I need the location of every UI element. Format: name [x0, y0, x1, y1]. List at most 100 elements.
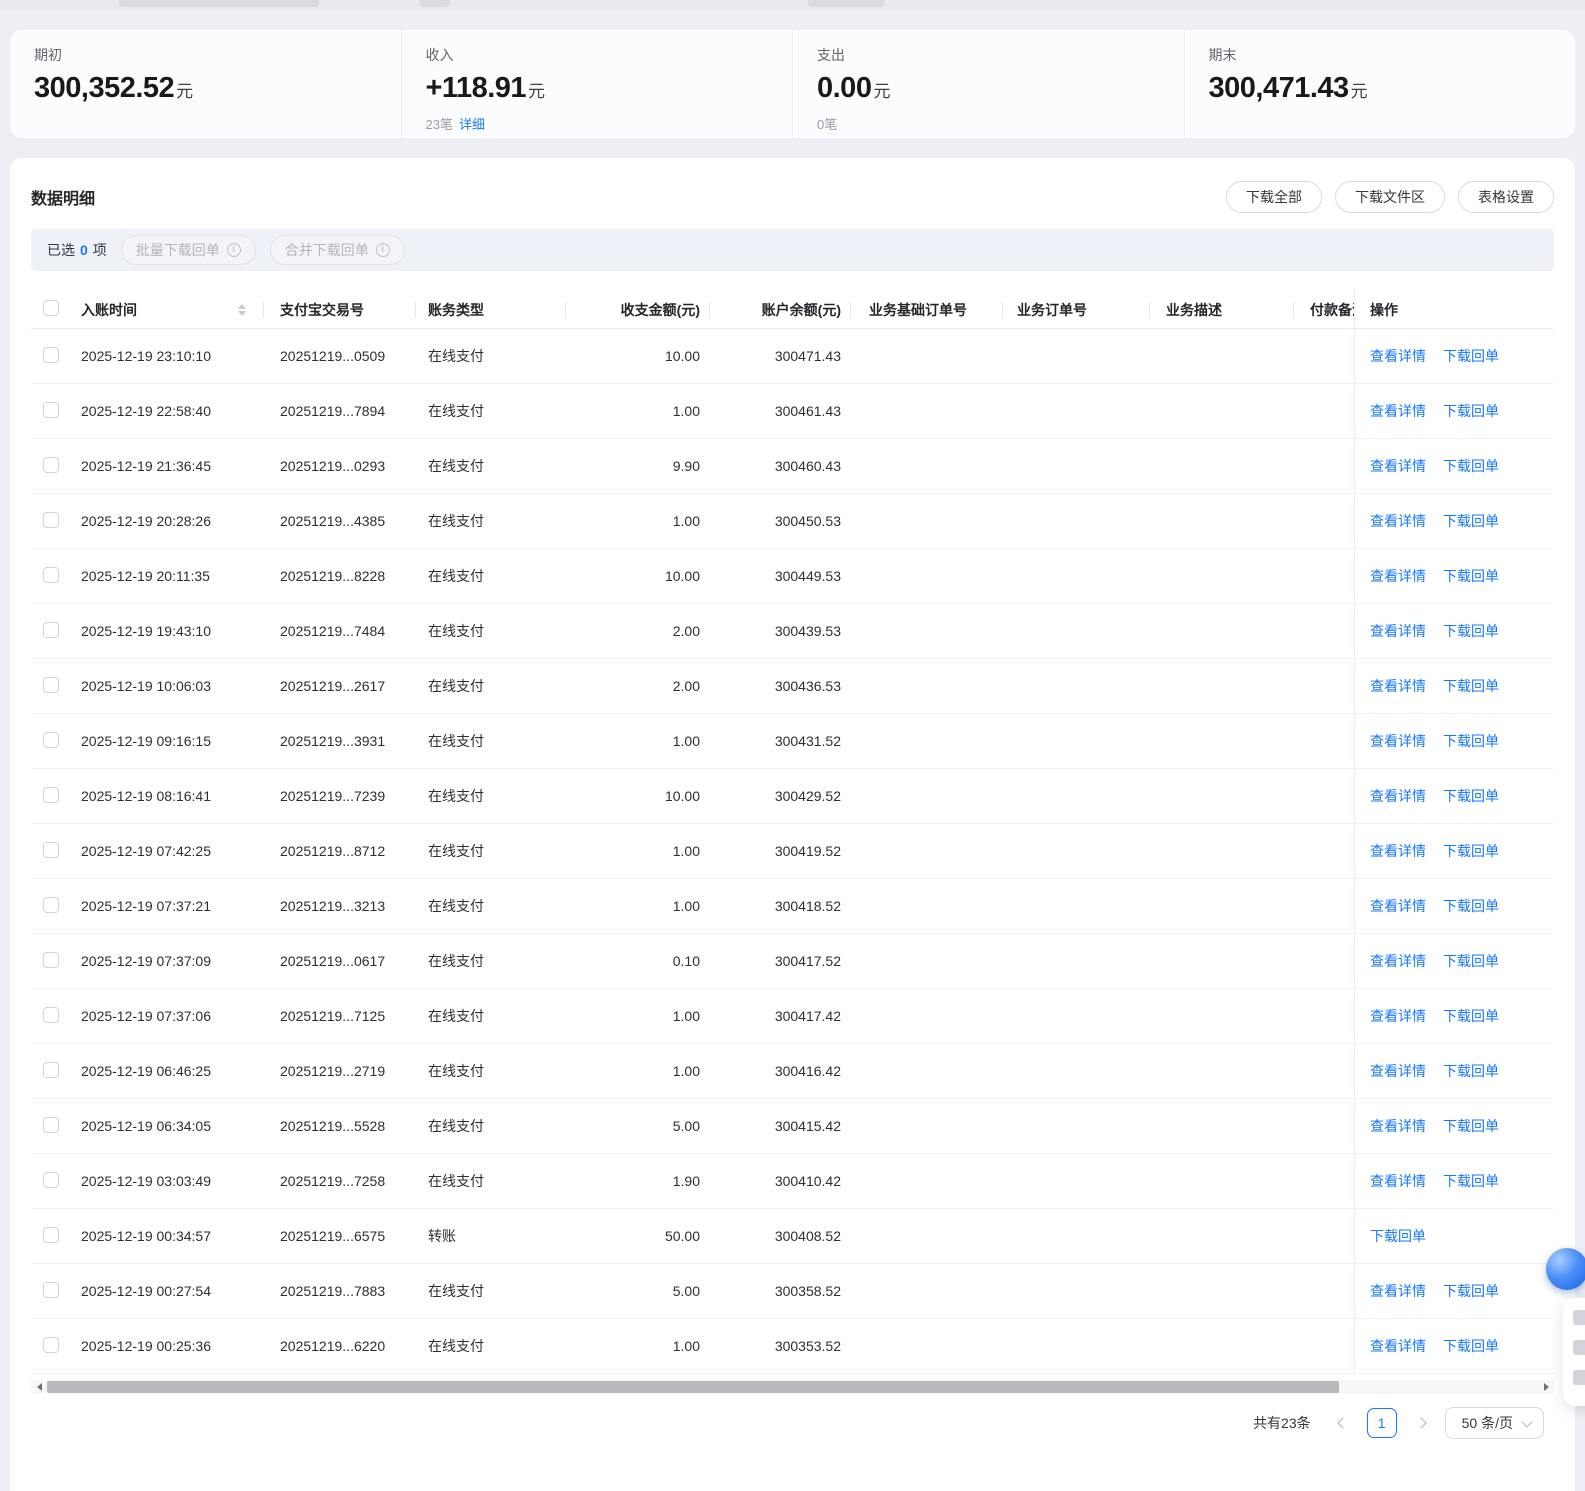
- cell-trade-no: 20251219...7883: [264, 1283, 416, 1299]
- row-checkbox[interactable]: [43, 347, 59, 363]
- row-checkbox[interactable]: [43, 622, 59, 638]
- cell-balance: 300415.42: [710, 1118, 851, 1134]
- summary-closing-balance: 期末 300,471.43元: [1184, 30, 1576, 138]
- row-checkbox[interactable]: [43, 567, 59, 583]
- download-receipt-link[interactable]: 下载回单: [1443, 1061, 1499, 1081]
- summary-label: 期末: [1209, 45, 1576, 65]
- view-detail-link[interactable]: 查看详情: [1370, 1281, 1426, 1301]
- view-detail-link[interactable]: 查看详情: [1370, 951, 1426, 971]
- horizontal-scrollbar[interactable]: [31, 1380, 1554, 1394]
- batch-download-receipts-button[interactable]: 批量下载回单i: [121, 235, 256, 265]
- cell-time: 2025-12-19 00:27:54: [73, 1283, 264, 1299]
- view-detail-link[interactable]: 查看详情: [1370, 1116, 1426, 1136]
- summary-value: 0.00: [817, 72, 871, 104]
- info-icon: i: [376, 243, 390, 257]
- row-checkbox[interactable]: [43, 1172, 59, 1188]
- view-detail-link[interactable]: 查看详情: [1370, 346, 1426, 366]
- download-receipt-link[interactable]: 下载回单: [1443, 1336, 1499, 1356]
- income-detail-link[interactable]: 详细: [459, 117, 485, 132]
- prev-page-button[interactable]: [1331, 1411, 1355, 1435]
- view-detail-link[interactable]: 查看详情: [1370, 841, 1426, 861]
- download-filezone-button[interactable]: 下载文件区: [1335, 181, 1445, 213]
- sort-icon[interactable]: [238, 304, 246, 316]
- view-detail-link[interactable]: 查看详情: [1370, 896, 1426, 916]
- download-receipt-link[interactable]: 下载回单: [1443, 401, 1499, 421]
- scrollbar-thumb[interactable]: [47, 1381, 1339, 1393]
- view-detail-link[interactable]: 查看详情: [1370, 621, 1426, 641]
- table-row: 2025-12-19 07:42:25 20251219...8712 在线支付…: [31, 824, 1554, 879]
- assistant-menu-item-icon[interactable]: [1573, 1310, 1585, 1325]
- download-receipt-link[interactable]: 下载回单: [1443, 786, 1499, 806]
- download-receipt-link[interactable]: 下载回单: [1443, 1281, 1499, 1301]
- info-icon: i: [227, 243, 241, 257]
- view-detail-link[interactable]: 查看详情: [1370, 1006, 1426, 1026]
- download-receipt-link[interactable]: 下载回单: [1443, 621, 1499, 641]
- table-header: 入账时间 支付宝交易号 账务类型 收支金额(元) 账户余额(元) 业务基础订单号…: [31, 291, 1554, 329]
- view-detail-link[interactable]: 查看详情: [1370, 456, 1426, 476]
- assistant-robot-icon[interactable]: [1546, 1248, 1585, 1290]
- cell-time: 2025-12-19 06:46:25: [73, 1063, 264, 1079]
- table-row: 2025-12-19 00:25:36 20251219...6220 在线支付…: [31, 1319, 1554, 1374]
- view-detail-link[interactable]: 查看详情: [1370, 1061, 1426, 1081]
- select-all-checkbox[interactable]: [43, 300, 59, 316]
- cell-type: 在线支付: [416, 566, 566, 586]
- view-detail-link[interactable]: 查看详情: [1370, 1171, 1426, 1191]
- row-checkbox[interactable]: [43, 952, 59, 968]
- view-detail-link[interactable]: 查看详情: [1370, 786, 1426, 806]
- download-receipt-link[interactable]: 下载回单: [1443, 456, 1499, 476]
- page-number-button[interactable]: 1: [1367, 1408, 1397, 1438]
- download-receipt-link[interactable]: 下载回单: [1443, 841, 1499, 861]
- row-actions: 查看详情 下载回单: [1354, 329, 1554, 383]
- download-receipt-link[interactable]: 下载回单: [1443, 566, 1499, 586]
- page-size-select[interactable]: 50 条/页: [1445, 1407, 1544, 1439]
- row-actions: 下载回单: [1354, 1209, 1554, 1263]
- download-receipt-link[interactable]: 下载回单: [1443, 896, 1499, 916]
- view-detail-link[interactable]: 查看详情: [1370, 1336, 1426, 1356]
- row-checkbox[interactable]: [43, 402, 59, 418]
- assistant-menu-item-icon[interactable]: [1573, 1370, 1585, 1385]
- cell-amount: 10.00: [566, 348, 710, 364]
- cell-balance: 300429.52: [710, 788, 851, 804]
- download-receipt-link[interactable]: 下载回单: [1370, 1226, 1426, 1246]
- row-checkbox[interactable]: [43, 1007, 59, 1023]
- row-checkbox[interactable]: [43, 677, 59, 693]
- next-page-button[interactable]: [1409, 1411, 1433, 1435]
- row-checkbox[interactable]: [43, 1117, 59, 1133]
- scrollbar-left-arrow-icon[interactable]: [31, 1380, 47, 1394]
- total-count: 共有23条: [1253, 1413, 1311, 1433]
- download-receipt-link[interactable]: 下载回单: [1443, 511, 1499, 531]
- col-header-amount: 收支金额(元): [566, 300, 710, 320]
- row-checkbox[interactable]: [43, 512, 59, 528]
- merge-download-receipts-button[interactable]: 合并下载回单i: [270, 235, 405, 265]
- row-checkbox[interactable]: [43, 1337, 59, 1353]
- cell-balance: 300461.43: [710, 403, 851, 419]
- download-receipt-link[interactable]: 下载回单: [1443, 731, 1499, 751]
- row-checkbox[interactable]: [43, 897, 59, 913]
- assistant-widget[interactable]: [1546, 1248, 1585, 1406]
- row-checkbox[interactable]: [43, 1062, 59, 1078]
- view-detail-link[interactable]: 查看详情: [1370, 511, 1426, 531]
- assistant-menu-panel[interactable]: [1563, 1298, 1585, 1406]
- row-checkbox[interactable]: [43, 1227, 59, 1243]
- download-receipt-link[interactable]: 下载回单: [1443, 346, 1499, 366]
- download-receipt-link[interactable]: 下载回单: [1443, 1006, 1499, 1026]
- download-receipt-link[interactable]: 下载回单: [1443, 1171, 1499, 1191]
- assistant-menu-item-icon[interactable]: [1573, 1340, 1585, 1355]
- download-receipt-link[interactable]: 下载回单: [1443, 951, 1499, 971]
- row-checkbox[interactable]: [43, 787, 59, 803]
- cell-amount: 1.00: [566, 843, 710, 859]
- view-detail-link[interactable]: 查看详情: [1370, 676, 1426, 696]
- row-checkbox[interactable]: [43, 1282, 59, 1298]
- currency-unit: 元: [528, 82, 545, 101]
- row-checkbox[interactable]: [43, 457, 59, 473]
- row-actions: 查看详情 下载回单: [1354, 1099, 1554, 1153]
- view-detail-link[interactable]: 查看详情: [1370, 401, 1426, 421]
- download-receipt-link[interactable]: 下载回单: [1443, 676, 1499, 696]
- table-settings-button[interactable]: 表格设置: [1458, 181, 1554, 213]
- row-checkbox[interactable]: [43, 732, 59, 748]
- download-receipt-link[interactable]: 下载回单: [1443, 1116, 1499, 1136]
- download-all-button[interactable]: 下载全部: [1226, 181, 1322, 213]
- row-checkbox[interactable]: [43, 842, 59, 858]
- view-detail-link[interactable]: 查看详情: [1370, 566, 1426, 586]
- view-detail-link[interactable]: 查看详情: [1370, 731, 1426, 751]
